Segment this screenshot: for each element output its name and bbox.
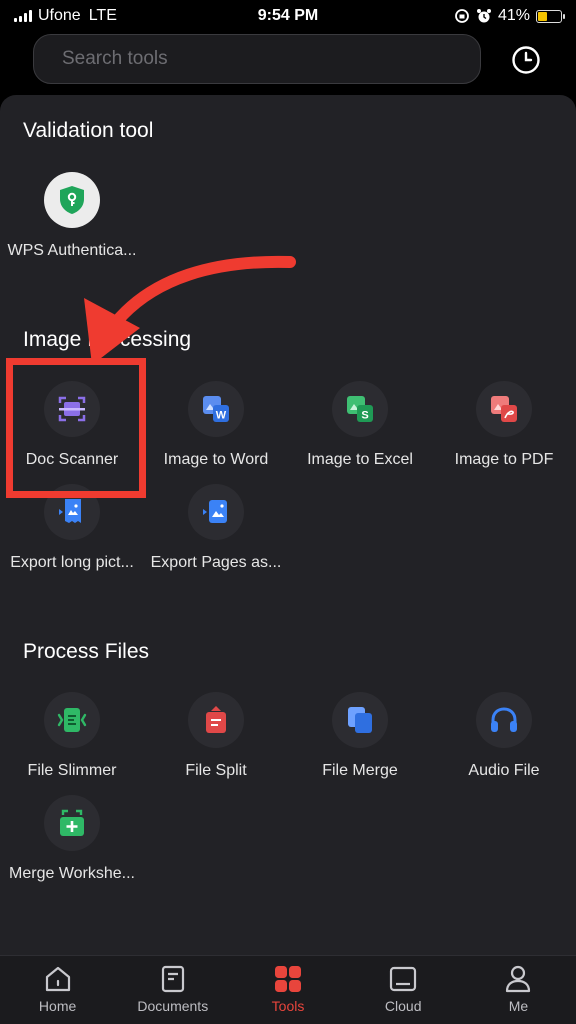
section-title-validation: Validation tool (23, 119, 154, 142)
tab-label: Tools (271, 998, 305, 1014)
export-pages-icon (203, 500, 227, 523)
signal-icon (14, 10, 32, 22)
cloud-icon (390, 966, 417, 992)
documents-icon (161, 965, 184, 993)
annotation-highlight-box (6, 358, 146, 498)
export-long-picture-icon (59, 499, 81, 523)
search-input[interactable] (62, 48, 480, 70)
tool-audio-file[interactable]: Audio File (432, 692, 576, 780)
image-to-pdf-icon (491, 396, 517, 422)
tool-label: Merge Workshe... (9, 865, 135, 882)
network-type: LTE (88, 7, 117, 24)
image-to-excel-icon: S (347, 396, 373, 422)
tool-label: File Merge (322, 762, 398, 779)
user-icon (506, 965, 531, 993)
battery-icon (536, 9, 565, 23)
merge-worksheets-icon (60, 809, 84, 836)
tool-label: Image to Excel (307, 451, 413, 468)
clock-icon (512, 46, 540, 74)
shield-key-icon (60, 186, 84, 214)
tab-label: Cloud (384, 998, 422, 1014)
tool-file-split[interactable]: File Split (144, 692, 288, 780)
tool-label: File Slimmer (27, 762, 117, 779)
carrier-name: Ufone (38, 7, 81, 24)
file-merge-icon (348, 707, 372, 733)
file-split-icon (206, 706, 226, 733)
tab-documents[interactable]: Documents (115, 956, 230, 1024)
tool-image-to-word[interactable]: W Image to Word (144, 381, 288, 469)
tab-cloud[interactable]: Cloud (346, 956, 461, 1024)
home-icon (45, 966, 70, 992)
svg-text:W: W (216, 410, 227, 422)
bottom-tab-bar: Home Documents Tools Cloud Me (0, 955, 576, 1024)
tab-home[interactable]: Home (0, 956, 115, 1024)
tool-merge-worksheets[interactable]: Merge Workshe... (0, 795, 144, 883)
svg-text:S: S (361, 410, 368, 422)
status-bar: Ufone LTE 9:54 PM 41% (0, 0, 576, 32)
tab-tools[interactable]: Tools (230, 956, 345, 1024)
tab-label: Home (38, 998, 77, 1014)
tool-label: File Split (185, 762, 247, 779)
tool-label: Export Pages as... (150, 554, 282, 571)
alarm-icon (476, 9, 491, 23)
tab-label: Me (508, 998, 529, 1014)
history-button[interactable] (508, 42, 544, 78)
battery-percent: 41% (497, 7, 530, 24)
rotation-lock-icon (455, 9, 469, 23)
tool-label: Audio File (468, 762, 540, 779)
tool-export-pages[interactable]: Export Pages as... (144, 484, 288, 572)
tool-file-merge[interactable]: File Merge (288, 692, 432, 780)
tool-label: Image to Word (163, 451, 269, 468)
tool-label: Image to PDF (454, 451, 554, 468)
search-bar[interactable] (33, 34, 481, 84)
tool-file-slimmer[interactable]: File Slimmer (0, 692, 144, 780)
headphones-icon (491, 707, 517, 732)
image-to-word-icon: W (203, 396, 229, 422)
tool-label: Export long pict... (10, 554, 134, 571)
tool-image-to-excel[interactable]: S Image to Excel (288, 381, 432, 469)
tool-image-to-pdf[interactable]: Image to PDF (432, 381, 576, 469)
tab-me[interactable]: Me (461, 956, 576, 1024)
file-slimmer-icon (57, 708, 87, 732)
section-title-process-files: Process Files (23, 640, 150, 663)
tab-label: Documents (137, 998, 209, 1014)
tools-icon (275, 966, 301, 992)
